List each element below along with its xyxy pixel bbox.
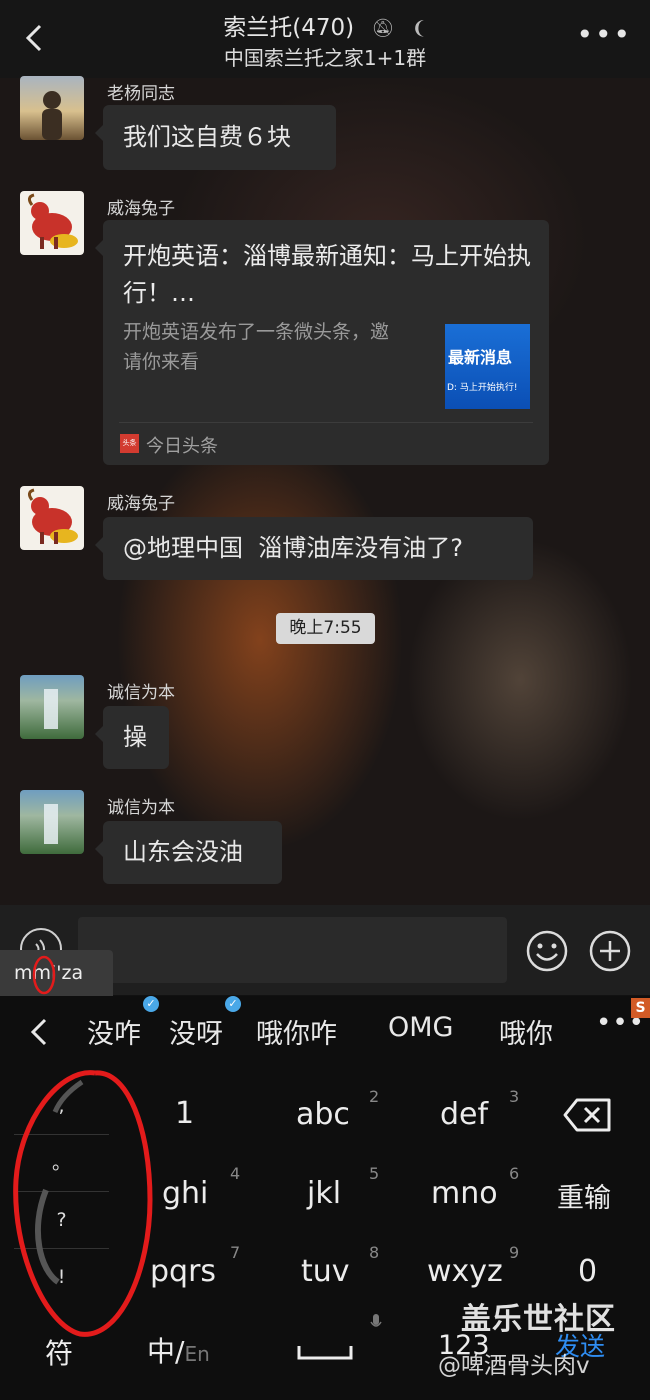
symbol-key[interactable]: , [14, 1078, 109, 1135]
candidate-word[interactable]: 没呀 [169, 1012, 223, 1051]
key-1[interactable]: 1 [175, 1096, 194, 1131]
key-number-hint: 3 [509, 1087, 520, 1106]
message-bubble[interactable]: 我们这自费６块 [95, 105, 336, 170]
zh-label: 中/ [147, 1335, 185, 1368]
message-bubble[interactable]: @地理中国 淄博油库没有油了? [95, 517, 533, 580]
avatar-goat-image [27, 488, 78, 544]
thumbnail-title: 最新消息 [448, 348, 513, 367]
avatar[interactable] [20, 76, 84, 140]
verified-check-icon: ✓ [225, 996, 241, 1012]
avatar-goat-image [27, 193, 78, 249]
watermark-author: @啤酒骨头肉v [438, 1353, 590, 1379]
time-divider: 晚上7:55 [276, 613, 375, 644]
key-number-hint: 5 [369, 1164, 380, 1183]
candidate-collapse-icon[interactable] [28, 1016, 50, 1048]
key-number-hint: 7 [230, 1243, 241, 1262]
sender-name: 威海兔子 [107, 199, 175, 219]
page-title: 索兰托(470) 🔕︎ ❨ [0, 8, 650, 42]
space-key-icon[interactable] [297, 1342, 353, 1362]
avatar-waterfall-image [44, 689, 58, 729]
add-more-icon[interactable] [588, 929, 632, 973]
key-tuv[interactable]: tuv [301, 1254, 350, 1289]
watermark-community: 盖乐世社区 [461, 1302, 616, 1337]
card-description: 开炮英语发布了一条微头条，邀请你来看 [123, 321, 390, 373]
sender-name: 老杨同志 [107, 84, 175, 104]
symbol-column[interactable]: , 。 ? ! [14, 1078, 109, 1308]
group-title: 索兰托(470) [223, 15, 355, 41]
avatar[interactable] [20, 486, 84, 550]
key-jkl[interactable]: jkl [307, 1176, 341, 1211]
key-number-hint: 2 [369, 1087, 380, 1106]
toutiao-logo-icon: 头条 [120, 434, 139, 453]
emoji-icon[interactable] [525, 929, 569, 973]
ear-icon: ❨ [411, 18, 427, 39]
retype-key[interactable]: 重输 [557, 1176, 611, 1215]
candidate-word[interactable]: 哦你 [499, 1012, 553, 1051]
sender-name: 诚信为本 [107, 798, 175, 818]
card-divider [119, 422, 533, 423]
verified-check-icon: ✓ [143, 996, 159, 1012]
thumbnail-caption: D: 马上开始执行! [447, 383, 518, 393]
sender-name: 诚信为本 [107, 683, 175, 703]
candidate-word[interactable]: OMG [388, 1012, 453, 1043]
symbol-key[interactable]: ! [14, 1249, 109, 1306]
avatar[interactable] [20, 790, 84, 854]
group-subtitle: 中国索兰托之家1+1群 [223, 46, 427, 70]
message-bubble[interactable]: 山东会没油 [95, 821, 282, 884]
delete-key-icon[interactable] [563, 1097, 613, 1133]
avatar-waterfall-image [44, 804, 58, 844]
key-number-hint: 4 [230, 1164, 241, 1183]
symbol-key[interactable]: 。 [14, 1135, 109, 1192]
top-bar: 索兰托(470) 🔕︎ ❨ 中国索兰托之家1+1群 ••• [0, 0, 650, 78]
language-toggle-key[interactable]: 中/En [147, 1330, 210, 1370]
card-title: 开炮英语：淄博最新通知：马上开始执行！… [123, 242, 531, 307]
message-bubble[interactable]: 操 [95, 706, 169, 769]
avatar-person-image [42, 91, 62, 140]
avatar[interactable] [20, 191, 84, 255]
message-input[interactable] [78, 917, 507, 983]
mute-bell-icon: 🔕︎ [371, 18, 395, 39]
key-abc[interactable]: abc [296, 1097, 350, 1132]
avatar[interactable] [20, 675, 84, 739]
composing-pinyin: mmi'za [0, 950, 113, 996]
more-options-icon[interactable]: ••• [576, 18, 632, 51]
key-number-hint: 9 [509, 1243, 520, 1262]
shared-article-card[interactable]: 开炮英语：淄博最新通知：马上开始执行！… 开炮英语发布了一条微头条，邀请你来看 … [95, 220, 549, 465]
key-0[interactable]: 0 [578, 1254, 597, 1289]
key-wxyz[interactable]: wxyz [427, 1254, 503, 1289]
symbol-key[interactable]: ? [14, 1192, 109, 1249]
candidate-word[interactable]: 没咋 [87, 1012, 141, 1051]
key-ghi[interactable]: ghi [162, 1176, 208, 1211]
key-number-hint: 8 [369, 1243, 380, 1262]
key-pqrs[interactable]: pqrs [150, 1254, 216, 1289]
sender-name: 威海兔子 [107, 494, 175, 514]
candidate-word[interactable]: 哦你咋 [256, 1012, 337, 1051]
key-mno[interactable]: mno [431, 1176, 498, 1211]
card-source: 今日头条 [146, 436, 218, 457]
card-thumbnail: 最新消息 D: 马上开始执行! [445, 324, 530, 409]
microphone-icon [370, 1314, 382, 1327]
en-label: En [184, 1342, 210, 1366]
app-badge-icon: S [631, 998, 650, 1018]
key-def[interactable]: def [440, 1097, 488, 1132]
key-number-hint: 6 [509, 1164, 520, 1183]
symbol-toggle-key[interactable]: 符 [45, 1332, 73, 1372]
